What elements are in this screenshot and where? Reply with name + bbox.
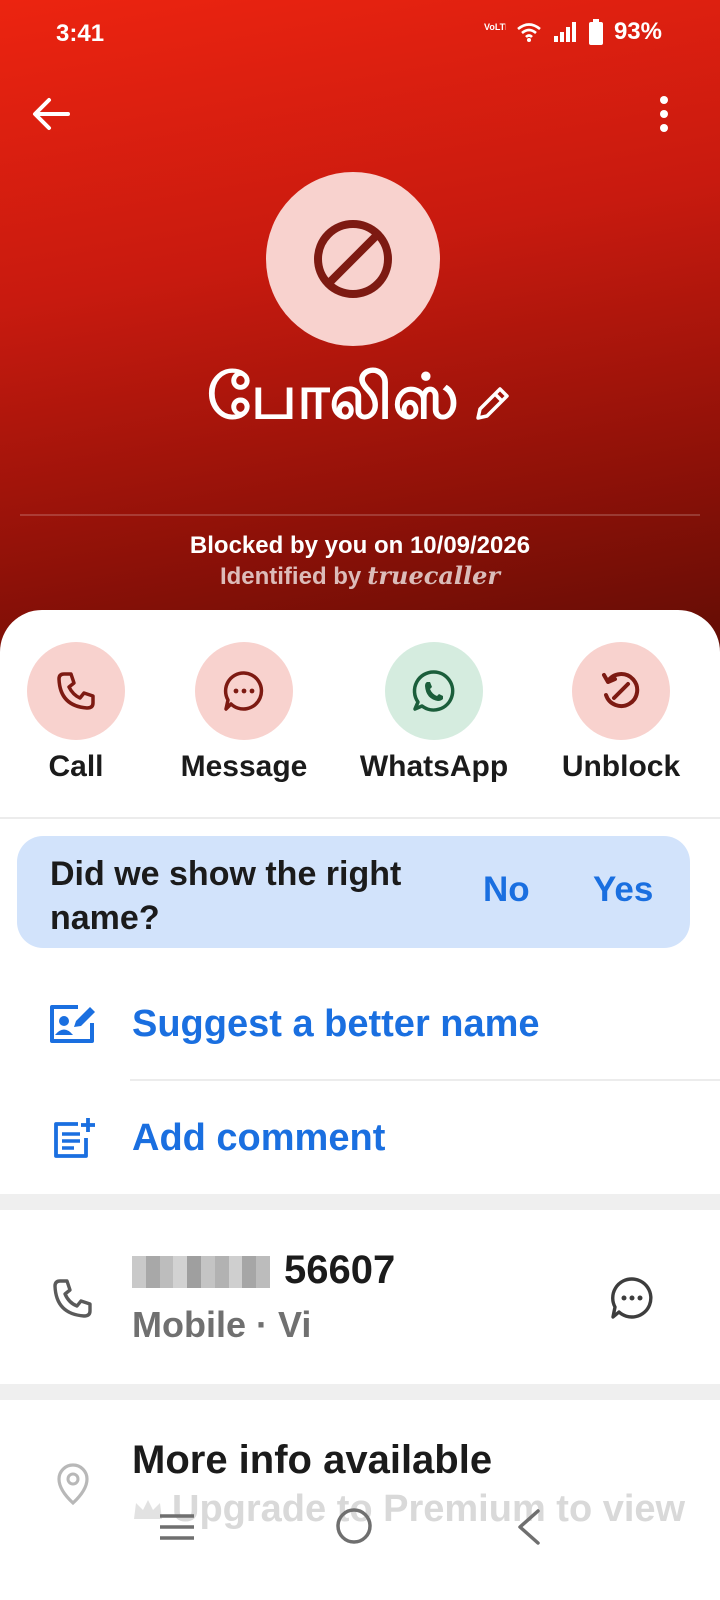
identified-by: Identified by truecaller	[0, 561, 720, 591]
suggest-name-link: Suggest a better name	[132, 1002, 540, 1045]
status-time: 3:41	[56, 20, 105, 47]
divider	[0, 817, 720, 819]
chat-bubble-icon	[611, 1277, 653, 1319]
blocked-icon	[314, 220, 392, 298]
phone-number[interactable]: 56607	[284, 1248, 395, 1293]
status-icons: VoLTE 93%	[484, 18, 662, 46]
divider	[130, 1079, 720, 1081]
feedback-yes-button[interactable]: Yes	[593, 870, 653, 910]
call-button[interactable]: Call	[0, 642, 161, 784]
suggest-name-icon	[50, 1005, 95, 1043]
feedback-question: Did we show the right name?	[50, 855, 402, 937]
contact-name-row: போலிஸ்	[0, 352, 720, 442]
whatsapp-icon	[412, 670, 455, 712]
more-options-button[interactable]	[644, 90, 684, 138]
message-label: Message	[180, 750, 308, 783]
wifi-icon	[517, 23, 541, 42]
message-circle	[195, 642, 293, 740]
contact-header: 3:41 VoLTE 93%	[0, 0, 720, 680]
section-divider	[0, 1194, 720, 1210]
svg-text:VoLTE: VoLTE	[484, 22, 506, 32]
message-number-button[interactable]	[608, 1274, 656, 1327]
phone-icon	[57, 672, 95, 710]
back-button[interactable]	[24, 90, 78, 138]
more-info-title: More info available	[132, 1438, 493, 1482]
masked-number	[132, 1256, 270, 1288]
feedback-no-button[interactable]: No	[483, 870, 530, 910]
contact-name: போலிஸ்	[206, 360, 460, 433]
header-divider	[20, 514, 700, 516]
edit-name-button[interactable]	[473, 383, 513, 423]
battery-icon	[588, 19, 603, 45]
home-icon[interactable]	[334, 1506, 374, 1546]
phone-type: Mobile · Vi	[132, 1304, 312, 1345]
chat-bubble-icon	[223, 671, 264, 711]
volte-icon: VoLTE	[484, 22, 506, 32]
recents-icon[interactable]	[158, 1510, 196, 1544]
phone-icon	[53, 1279, 92, 1318]
unblock-icon	[602, 672, 640, 709]
truecaller-logo: truecaller	[367, 561, 501, 590]
identified-prefix: Identified by	[219, 563, 362, 590]
more-vertical-icon	[660, 96, 668, 132]
suggest-name-row[interactable]: Suggest a better name	[0, 974, 720, 1074]
whatsapp-button[interactable]: WhatsApp	[349, 642, 519, 784]
unblock-circle	[572, 642, 670, 740]
whatsapp-label: WhatsApp	[359, 750, 509, 783]
unblock-button[interactable]: Unblock	[536, 642, 706, 784]
add-comment-link: Add comment	[132, 1116, 386, 1159]
name-feedback-card: Did we show the right name? No Yes	[17, 836, 690, 948]
avatar	[266, 172, 440, 346]
add-comment-row[interactable]: Add comment	[0, 1088, 720, 1188]
status-bar: 3:41 VoLTE 93%	[0, 0, 720, 68]
arrow-left-icon	[33, 98, 70, 130]
back-nav-icon[interactable]	[514, 1508, 544, 1546]
signal-icon	[553, 22, 576, 42]
add-comment-icon	[54, 1118, 95, 1158]
message-button[interactable]: Message	[159, 642, 329, 784]
whatsapp-circle	[385, 642, 483, 740]
unblock-label: Unblock	[561, 750, 681, 783]
call-label: Call	[48, 750, 104, 783]
system-nav-bar	[0, 1488, 720, 1568]
blocked-status: Blocked by you on 10/09/2026	[189, 532, 531, 559]
call-circle	[27, 642, 125, 740]
battery-percent: 93%	[613, 18, 662, 45]
action-row: Call Message WhatsApp Unblock	[0, 642, 720, 792]
pencil-icon	[476, 387, 509, 420]
section-divider	[0, 1384, 720, 1400]
